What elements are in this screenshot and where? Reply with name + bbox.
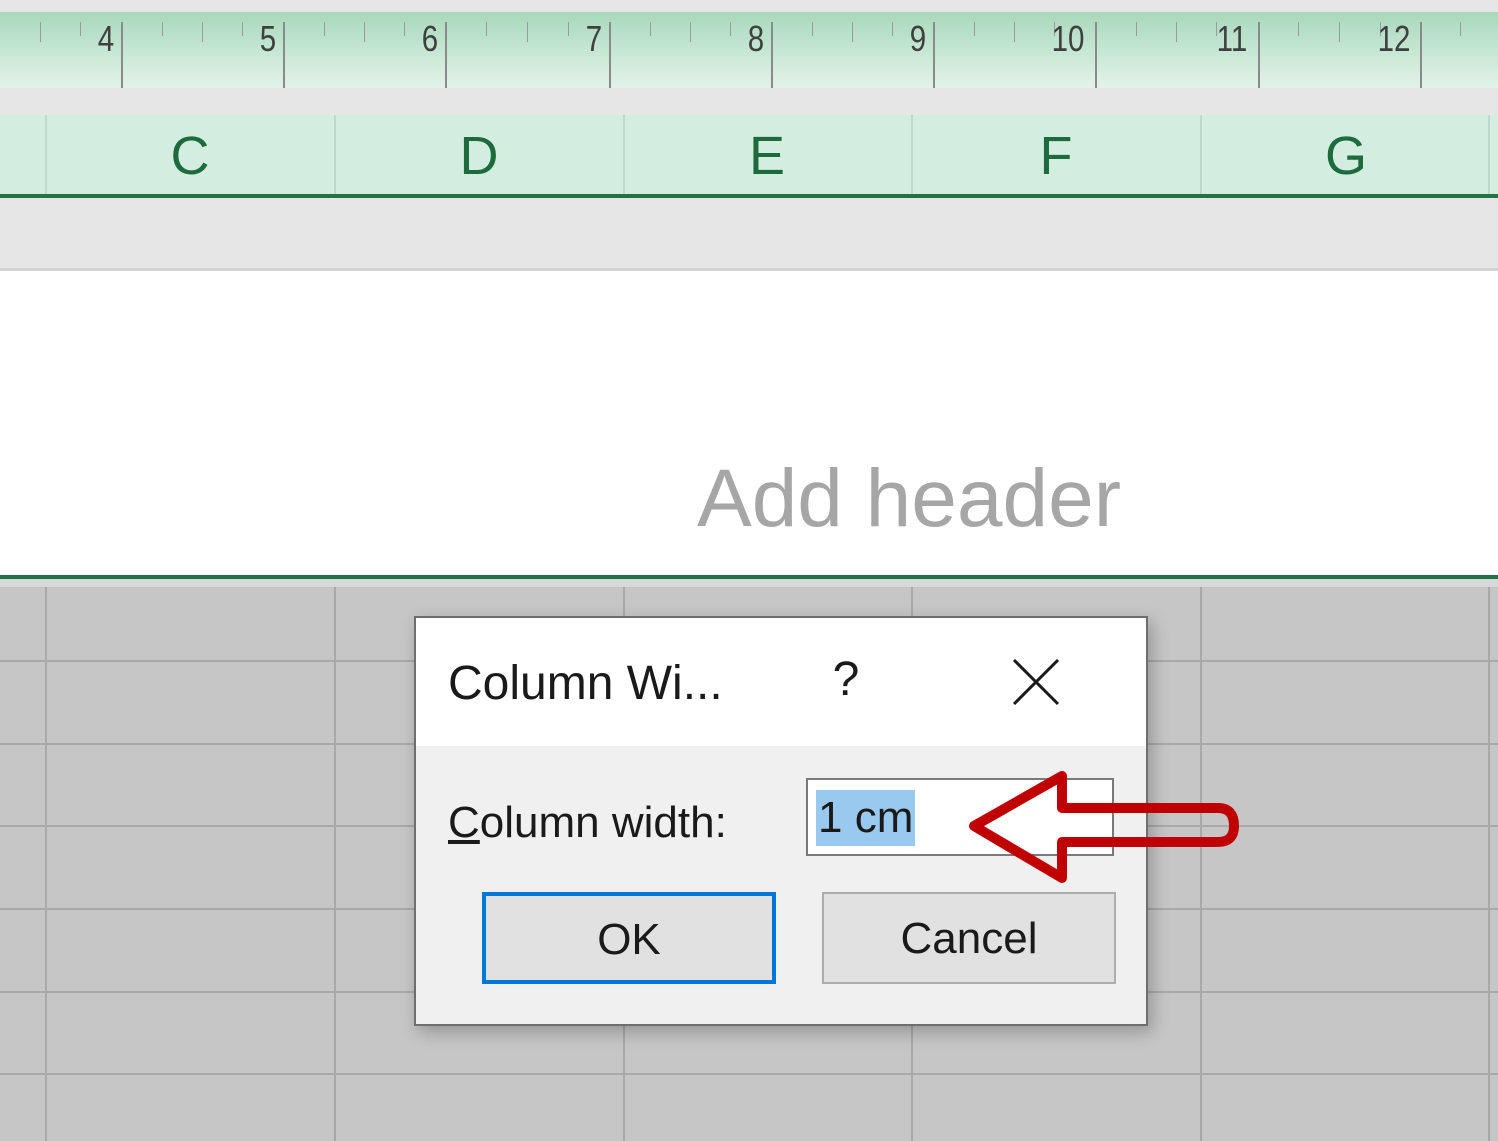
column-separator[interactable] — [45, 115, 47, 194]
column-header-d[interactable]: D — [460, 125, 499, 187]
column-separator[interactable] — [1488, 115, 1490, 194]
ruler-tick — [609, 22, 611, 88]
column-separator[interactable] — [1200, 115, 1202, 194]
horizontal-ruler: 4 5 6 7 8 9 10 11 12 — [0, 0, 1498, 115]
ruler-tick — [1298, 22, 1299, 36]
ruler-tick — [162, 22, 163, 36]
ruler-tick — [404, 22, 405, 36]
ruler-tick — [445, 22, 447, 88]
ruler-tick — [771, 22, 773, 88]
dialog-titlebar[interactable]: Column Wi... ? — [416, 618, 1146, 746]
column-header-f[interactable]: F — [1040, 125, 1073, 187]
column-separator[interactable] — [911, 115, 913, 194]
ruler-tick — [933, 22, 935, 88]
close-icon — [1012, 658, 1060, 706]
ruler-number: 9 — [909, 18, 927, 59]
ruler-tick — [1258, 22, 1260, 88]
ruler-tick — [812, 22, 813, 36]
ruler-tick — [80, 22, 81, 36]
grid-line — [0, 1073, 1498, 1075]
ruler-tick — [283, 22, 285, 88]
ruler-tick — [892, 22, 893, 36]
ruler-tick — [486, 22, 487, 36]
ruler-tick — [527, 22, 528, 42]
ruler-number: 10 — [1051, 18, 1085, 59]
dialog-title: Column Wi... — [448, 657, 723, 710]
column-header-e[interactable]: E — [749, 125, 785, 187]
ruler-tick — [242, 22, 243, 36]
column-separator[interactable] — [623, 115, 625, 194]
add-header-placeholder[interactable]: Add header — [697, 452, 1121, 546]
ruler-tick — [690, 22, 691, 42]
ruler-tick — [1339, 22, 1340, 42]
ruler-tick — [1460, 22, 1461, 36]
ruler-tick — [40, 22, 41, 42]
help-button[interactable]: ? — [816, 650, 876, 710]
ruler-tick — [364, 22, 365, 42]
ruler-tick — [121, 22, 123, 88]
ruler-tick — [1014, 22, 1015, 42]
page-top-margin — [0, 198, 1498, 268]
grid-line — [334, 587, 336, 1141]
grid-line — [45, 587, 47, 1141]
annotation-arrow-icon — [969, 771, 1239, 883]
ruler-tick — [1176, 22, 1177, 42]
close-button[interactable] — [1006, 652, 1066, 712]
ruler-number: 12 — [1377, 18, 1411, 59]
ruler-tick — [852, 22, 853, 42]
input-selected-text: 1 cm — [816, 790, 916, 846]
column-width-label: Column width: — [448, 798, 727, 848]
ruler-tick — [202, 22, 203, 42]
ruler-number: 8 — [747, 18, 765, 59]
ok-button[interactable]: OK — [482, 892, 776, 984]
ruler-number: 7 — [585, 18, 603, 59]
ruler-tick — [324, 22, 325, 36]
ruler-tick — [650, 22, 651, 36]
ruler-tick — [730, 22, 731, 36]
cancel-button[interactable]: Cancel — [822, 892, 1116, 984]
ruler-tick — [1095, 22, 1097, 88]
header-separator-strip — [0, 579, 1498, 587]
column-separator[interactable] — [334, 115, 336, 194]
label-mnemonic: C — [448, 798, 480, 847]
ruler-number: 5 — [259, 18, 277, 59]
ruler-tick — [1420, 22, 1422, 88]
ruler-tick — [1136, 22, 1137, 36]
ruler-tick — [568, 22, 569, 36]
column-header-c[interactable]: C — [171, 125, 210, 187]
column-header-g[interactable]: G — [1325, 125, 1367, 187]
ruler-tick — [974, 22, 975, 36]
ruler-number: 6 — [421, 18, 439, 59]
grid-line — [1488, 587, 1490, 1141]
ruler-number: 4 — [97, 18, 115, 59]
label-text: olumn width: — [479, 798, 727, 847]
ruler-number: 11 — [1216, 18, 1248, 59]
